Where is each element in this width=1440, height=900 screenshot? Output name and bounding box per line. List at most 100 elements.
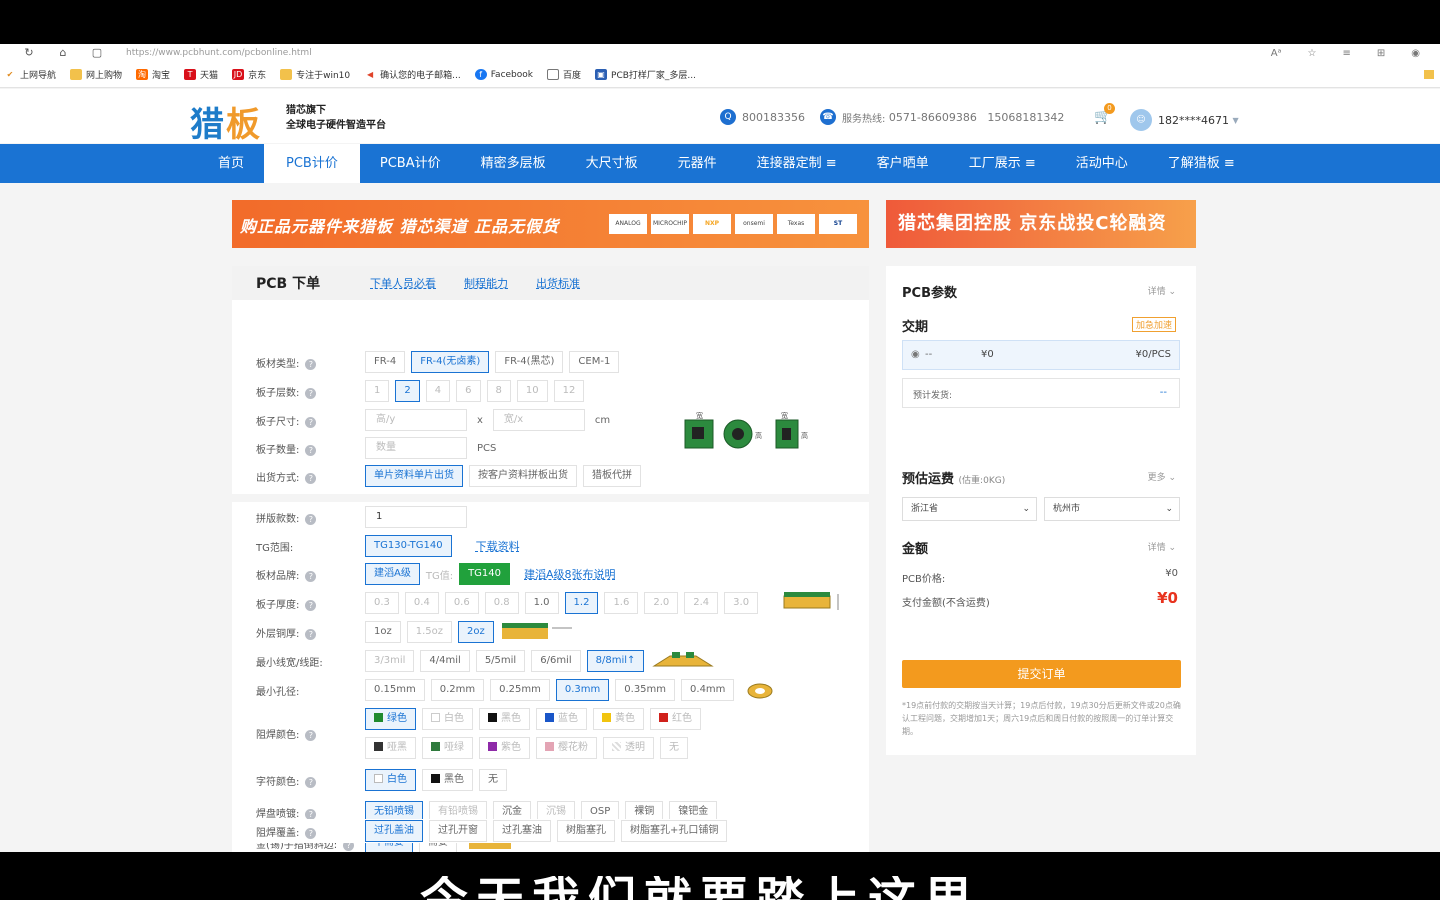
refresh-icon[interactable]: ↻ xyxy=(22,46,36,60)
option-via[interactable]: 过孔开窗 xyxy=(429,820,487,842)
nav-connector[interactable]: 连接器定制 ≡ xyxy=(737,144,857,183)
collections-icon[interactable]: ⊞ xyxy=(1377,48,1385,59)
help-icon[interactable]: ? xyxy=(305,570,317,582)
option-hole[interactable]: 0.25mm xyxy=(490,679,550,701)
help-icon[interactable]: ? xyxy=(305,416,317,428)
profile-icon[interactable]: ◉ xyxy=(1411,48,1420,59)
link-download[interactable]: 下载资料 xyxy=(476,538,520,554)
help-icon[interactable]: ? xyxy=(305,808,317,820)
nav-multilayer[interactable]: 精密多层板 xyxy=(461,144,566,183)
city-select[interactable]: 杭州市 ⌄ xyxy=(1044,497,1180,521)
option-silk-none[interactable]: 无 xyxy=(479,769,507,791)
option-via[interactable]: 树脂塞孔 xyxy=(557,820,615,842)
option-thickness[interactable]: 0.3 xyxy=(365,592,399,614)
option-hole[interactable]: 0.35mm xyxy=(615,679,676,701)
nav-showcase[interactable]: 客户晒单 xyxy=(857,144,949,183)
option-mask-purple[interactable]: 紫色 xyxy=(479,737,530,759)
option-via[interactable]: 树脂塞孔+孔口铺铜 xyxy=(621,820,728,842)
read-mode-icon[interactable]: Aᵃ xyxy=(1271,48,1282,59)
option-hole[interactable]: 0.4mm xyxy=(681,679,735,701)
option-thickness[interactable]: 2.4 xyxy=(684,592,719,614)
option-silk-white[interactable]: 白色 xyxy=(365,769,416,791)
option-thickness[interactable]: 0.6 xyxy=(444,592,479,614)
province-select[interactable]: 浙江省 ⌄ xyxy=(902,497,1037,521)
option-hole[interactable]: 0.2mm xyxy=(430,679,485,701)
option-trace[interactable]: 3/3mil xyxy=(365,650,415,672)
nav-components[interactable]: 元器件 xyxy=(658,144,737,183)
option-tg[interactable]: TG130-TG140 xyxy=(365,535,452,557)
home-icon[interactable]: ⌂ xyxy=(56,46,70,60)
bookmark-item[interactable]: ✔ 上网导航 xyxy=(4,68,56,81)
link-must-read[interactable]: 下单人员必看 xyxy=(370,275,436,291)
other-favorites-icon[interactable] xyxy=(1424,70,1434,79)
option-fr4[interactable]: FR-4 xyxy=(365,351,406,373)
bookmark-item[interactable]: ◀ 确认您的电子邮箱... xyxy=(364,68,461,81)
nav-factory[interactable]: 工厂展示 ≡ xyxy=(949,144,1056,183)
bookmark-item[interactable]: 百度 xyxy=(547,68,581,81)
submit-order-button[interactable]: 提交订单 xyxy=(902,660,1181,688)
option-thickness[interactable]: 1.2 xyxy=(564,592,599,614)
option-trace[interactable]: 4/4mil xyxy=(420,650,470,672)
option-thickness[interactable]: 3.0 xyxy=(724,592,759,614)
option-layer[interactable]: 2 xyxy=(395,380,420,402)
url-text[interactable]: https://www.pcbhunt.com/pcbonline.html xyxy=(126,48,312,58)
option-layer[interactable]: 12 xyxy=(553,380,585,402)
site-logo[interactable]: 猎板 xyxy=(190,97,262,146)
option-hole[interactable]: 0.3mm xyxy=(555,679,610,701)
option-brand[interactable]: 建滔A级 xyxy=(365,563,420,585)
help-icon[interactable]: ? xyxy=(305,513,317,525)
params-detail-toggle[interactable]: 详情 ⌄ xyxy=(1148,284,1176,297)
bookmark-item[interactable]: T 天猫 xyxy=(184,68,218,81)
option-via[interactable]: 过孔盖油 xyxy=(365,820,423,842)
bookmark-item[interactable]: 网上购物 xyxy=(70,68,122,81)
option-mask-none[interactable]: 无 xyxy=(660,737,688,759)
help-icon[interactable]: ? xyxy=(305,599,317,611)
option-cem1[interactable]: CEM-1 xyxy=(569,351,620,373)
option-trace[interactable]: 8/8mil↑ xyxy=(586,650,645,672)
address-bar[interactable]: ↻ ⌂ ▢ https://www.pcbhunt.com/pcbonline.… xyxy=(0,44,1440,62)
help-icon[interactable]: ? xyxy=(305,827,317,839)
user-menu[interactable]: ☺ 182****4671 ▼ xyxy=(1130,109,1239,131)
option-thickness[interactable]: 0.4 xyxy=(404,592,439,614)
option-mask-matte-black[interactable]: 哑黑 xyxy=(365,737,416,759)
option-mask-matte-green[interactable]: 哑绿 xyxy=(422,737,473,759)
urgent-badge[interactable]: 加急加速 xyxy=(1131,317,1176,332)
option-fr4-black[interactable]: FR-4(黑芯) xyxy=(495,351,564,373)
option-silk-black[interactable]: 黑色 xyxy=(422,769,473,791)
cart[interactable]: 🛒 0 xyxy=(1094,103,1116,125)
bookmark-item[interactable]: ▣ PCB打样厂家_多层... xyxy=(595,68,696,81)
option-thickness[interactable]: 1.6 xyxy=(604,592,639,614)
nav-pcba-quote[interactable]: PCBA计价 xyxy=(360,144,461,183)
bookmark-item[interactable]: 淘淘宝 xyxy=(136,68,170,81)
funding-banner[interactable]: 猎芯集团控股 京东战投C轮融资 xyxy=(886,200,1196,248)
option-layer[interactable]: 10 xyxy=(516,380,548,402)
link-shipping-standard[interactable]: 出货标准 xyxy=(536,275,580,291)
option-copper[interactable]: 1oz xyxy=(365,621,401,643)
option-mask-pink[interactable]: 樱花粉 xyxy=(536,737,597,759)
bookmark-item[interactable]: JD 京东 xyxy=(232,68,266,81)
bookmark-item[interactable]: f Facebook xyxy=(474,69,533,80)
option-thickness[interactable]: 2.0 xyxy=(644,592,679,614)
option-layer[interactable]: 1 xyxy=(365,380,390,402)
favorites-icon[interactable]: ≡ xyxy=(1342,48,1350,59)
nav-large-board[interactable]: 大尺寸板 xyxy=(566,144,658,183)
delivery-option[interactable]: ◉ -- ¥0 ¥0/PCS xyxy=(902,340,1180,370)
option-agent-panel[interactable]: 猎板代拼 xyxy=(583,465,641,487)
option-hole[interactable]: 0.15mm xyxy=(365,679,425,701)
qq-contact[interactable]: Q 800183356 xyxy=(720,109,805,125)
components-banner[interactable]: 购正品元器件来猎板 猎芯渠道 正品无假货 ANALOG DEVICES MICR… xyxy=(232,200,869,248)
height-input[interactable]: 高/y xyxy=(365,409,467,431)
width-input[interactable]: 宽/x xyxy=(492,409,585,431)
option-trace[interactable]: 5/5mil xyxy=(475,650,526,672)
help-icon[interactable]: ? xyxy=(305,628,317,640)
option-fr4-halogen-free[interactable]: FR-4(无卤素) xyxy=(411,351,490,373)
help-icon[interactable]: ? xyxy=(305,444,317,456)
option-thickness[interactable]: 1.0 xyxy=(524,592,559,614)
help-icon[interactable]: ? xyxy=(305,776,317,788)
help-icon[interactable]: ? xyxy=(305,472,317,484)
quantity-input[interactable]: 数量 xyxy=(365,437,467,459)
option-single-ship[interactable]: 单片资料单片出货 xyxy=(365,465,463,487)
option-layer[interactable]: 4 xyxy=(425,380,451,402)
option-copper[interactable]: 2oz xyxy=(458,621,494,643)
option-layer[interactable]: 6 xyxy=(456,380,481,402)
